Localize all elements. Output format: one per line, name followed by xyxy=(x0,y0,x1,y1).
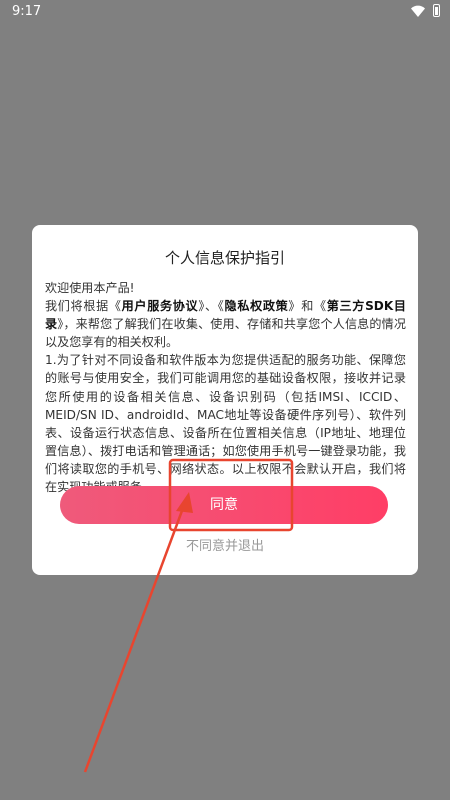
permission-paragraph: 1.为了针对不同设备和软件版本为您提供适配的服务功能、保障您的账号与使用安全，我… xyxy=(45,353,406,495)
user-agreement-link[interactable]: 用户服务协议 xyxy=(122,299,199,313)
privacy-dialog: 个人信息保护指引 欢迎使用本产品! 我们将根据《用户服务协议》、《隐私权政策》和… xyxy=(32,225,418,575)
text-segment: 》和《 xyxy=(288,299,327,314)
dialog-body[interactable]: 欢迎使用本产品! 我们将根据《用户服务协议》、《隐私权政策》和《第三方SDK目录… xyxy=(45,279,406,502)
privacy-policy-link[interactable]: 隐私权政策 xyxy=(225,299,289,313)
welcome-text: 欢迎使用本产品! xyxy=(45,281,135,295)
status-time: 9:17 xyxy=(12,4,42,19)
agree-button[interactable]: 同意 xyxy=(60,486,388,524)
battery-icon xyxy=(433,4,440,17)
text-segment: 》、《 xyxy=(198,299,225,314)
agreement-paragraph: 我们将根据《用户服务协议》、《隐私权政策》和《第三方SDK目录》，来帮您了解我们… xyxy=(45,297,406,351)
wifi-icon xyxy=(411,5,425,17)
text-segment: 》，来帮您了解我们在收集、使用、存储和共享您个人信息的情况以及您享有的相关权利。 xyxy=(45,317,406,350)
dialog-title: 个人信息保护指引 xyxy=(164,249,285,267)
status-icons xyxy=(411,4,440,17)
text-segment: 我们将根据《 xyxy=(45,299,122,314)
disagree-exit-button[interactable]: 不同意并退出 xyxy=(32,535,418,554)
status-bar: 9:17 xyxy=(0,0,450,24)
